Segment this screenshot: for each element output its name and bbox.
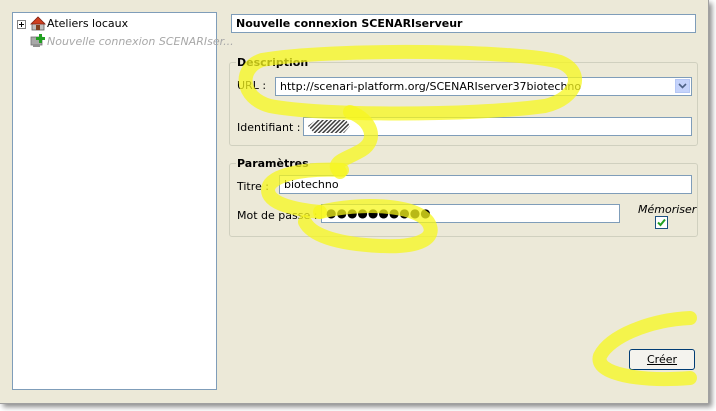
tree-item-ateliers-locaux[interactable]: Ateliers locaux	[13, 15, 213, 33]
redacted-mark	[308, 120, 350, 133]
tree-item-new-connection[interactable]: Nouvelle connexion SCENARIser...	[13, 33, 234, 51]
description-heading: Description	[236, 56, 310, 69]
url-label: URL :	[237, 79, 267, 92]
workspace-tree[interactable]: Ateliers locaux Nouvelle connexion SCENA…	[12, 12, 234, 390]
tree-item-label: Ateliers locaux	[47, 17, 129, 30]
tree-item-label: Nouvelle connexion SCENARIser...	[47, 35, 234, 48]
password-label: Mot de passe :	[237, 209, 318, 222]
identifier-input[interactable]	[303, 117, 692, 136]
url-value: http://scenari-platform.org/SCENARIserve…	[280, 80, 582, 93]
identifier-label: Identifiant :	[237, 121, 301, 134]
add-server-icon	[30, 34, 45, 47]
password-input[interactable]: ●●●●●●●●●●	[321, 204, 620, 223]
create-button[interactable]: Créer	[629, 349, 695, 370]
title-label: Titre :	[237, 180, 270, 193]
house-icon	[30, 16, 46, 31]
expand-icon[interactable]	[17, 20, 26, 29]
remember-checkbox[interactable]	[655, 216, 668, 229]
connection-title-input[interactable]: Nouvelle connexion SCENARIserveur	[231, 14, 696, 33]
title-input[interactable]: biotechno	[279, 175, 692, 194]
url-combobox[interactable]: http://scenari-platform.org/SCENARIserve…	[275, 77, 692, 96]
checkmark-icon	[657, 218, 666, 227]
chevron-down-icon[interactable]	[675, 79, 690, 93]
remember-label: Mémoriser	[638, 203, 697, 216]
parameters-heading: Paramètres	[236, 157, 310, 170]
connection-window: Ateliers locaux Nouvelle connexion SCENA…	[0, 0, 709, 404]
